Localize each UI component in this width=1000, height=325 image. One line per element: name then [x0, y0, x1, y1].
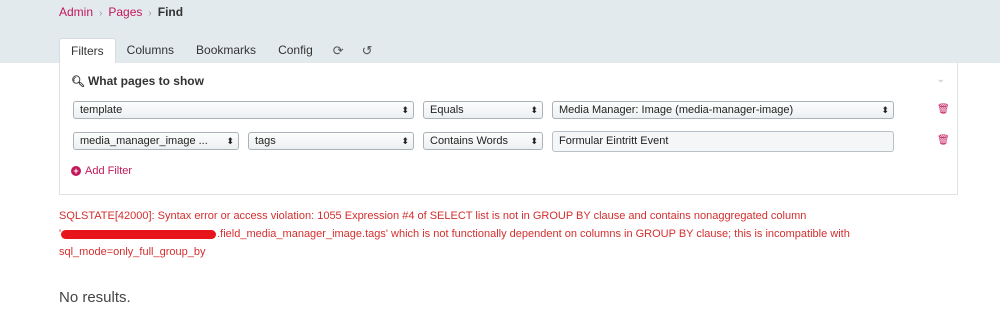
error-line-3: sql_mode=only_full_group_by	[59, 246, 206, 258]
panel-title[interactable]: 🔍︎ What pages to show	[71, 74, 204, 88]
tab-bar: Filters Columns Bookmarks Config ⟳ ↺	[59, 38, 382, 65]
chevron-down-icon[interactable]: ⌄	[937, 74, 945, 85]
search-icon: 🔍︎	[71, 76, 85, 88]
no-results-text: No results.	[59, 289, 131, 306]
plus-circle-icon: +	[71, 166, 81, 176]
breadcrumb-separator-icon: ›	[99, 8, 103, 19]
breadcrumb-pages[interactable]: Pages	[108, 5, 142, 19]
filter-operator-value: Contains Words	[430, 135, 509, 147]
admin-header: Admin › Pages › Find Filters Columns Bookmar…	[0, 0, 1000, 65]
refresh-icon[interactable]: ⟳	[324, 38, 353, 63]
select-arrows-icon: ⬍	[530, 136, 538, 146]
select-arrows-icon: ⬍	[881, 105, 889, 115]
redaction-mark	[61, 229, 217, 239]
filter-value-value: Media Manager: Image (media-manager-imag…	[559, 104, 794, 116]
tab-bookmarks[interactable]: Bookmarks	[185, 38, 267, 63]
breadcrumb-admin[interactable]: Admin	[59, 5, 93, 19]
filters-panel: 🔍︎ What pages to show ⌄ template ⬍ Equals ⬍…	[59, 63, 958, 195]
filter-field-select[interactable]: media_manager_image ... ⬍	[73, 132, 239, 150]
tab-config[interactable]: Config	[267, 38, 324, 63]
tab-filters[interactable]: Filters	[59, 38, 116, 65]
filter-value-input[interactable]: Formular Eintritt Event	[552, 131, 894, 152]
select-arrows-icon: ⬍	[401, 136, 409, 146]
filter-value-select[interactable]: Media Manager: Image (media-manager-imag…	[552, 101, 894, 119]
error-line-1: SQLSTATE[42000]: Syntax error or access …	[59, 210, 807, 222]
filter-field-select[interactable]: template ⬍	[73, 101, 414, 119]
filter-operator-value: Equals	[430, 104, 464, 116]
trash-icon[interactable]: 🗑︎	[937, 135, 950, 146]
tab-columns[interactable]: Columns	[116, 38, 185, 63]
reset-icon[interactable]: ↺	[353, 38, 382, 63]
panel-title-label: What pages to show	[87, 74, 204, 88]
select-arrows-icon: ⬍	[401, 105, 409, 115]
error-line-2-rest: .field_media_manager_image.tags' which i…	[217, 228, 850, 240]
breadcrumb: Admin › Pages › Find	[59, 5, 183, 19]
filter-subfield-value: tags	[255, 135, 276, 147]
sql-error-message: SQLSTATE[42000]: Syntax error or access …	[59, 207, 879, 261]
error-line-2: ' .field_media_manager_image.tags' which …	[59, 225, 879, 243]
filter-field-value: template	[80, 104, 123, 116]
filter-field-value: media_manager_image ...	[80, 135, 208, 147]
add-filter-button[interactable]: + Add Filter	[71, 165, 132, 177]
select-arrows-icon: ⬍	[226, 136, 234, 146]
filter-operator-select[interactable]: Equals ⬍	[423, 101, 543, 119]
filter-subfield-select[interactable]: tags ⬍	[248, 132, 414, 150]
trash-icon[interactable]: 🗑︎	[937, 104, 950, 115]
filter-operator-select[interactable]: Contains Words ⬍	[423, 132, 543, 150]
breadcrumb-separator-icon: ›	[148, 8, 152, 19]
select-arrows-icon: ⬍	[530, 105, 538, 115]
breadcrumb-current: Find	[157, 5, 184, 19]
add-filter-label: Add Filter	[85, 165, 133, 177]
